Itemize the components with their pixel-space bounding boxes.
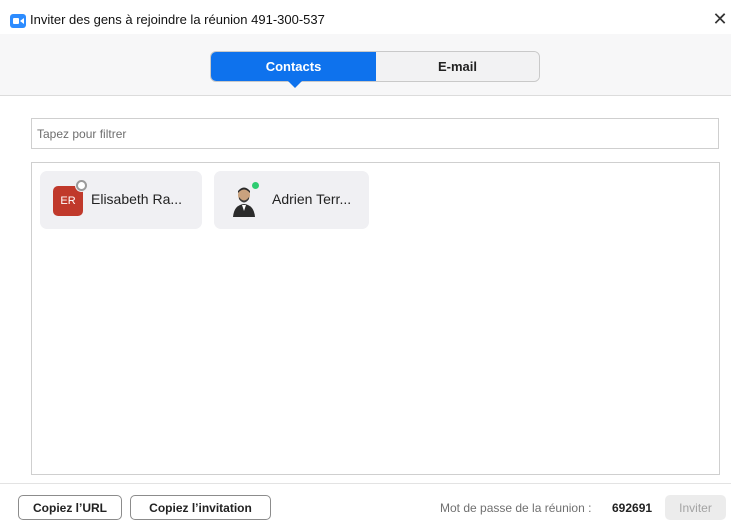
filter-input[interactable] [31,118,719,149]
contact-name: Adrien Terr... [272,191,352,207]
password-label: Mot de passe de la réunion : [440,501,592,515]
close-icon[interactable]: ✕ [712,10,728,28]
tab-toolbar: Contacts E-mail [0,34,731,96]
title-bar: Inviter des gens à rejoindre la réunion … [0,0,731,34]
invite-button[interactable]: Inviter [665,495,726,520]
active-tab-pointer [288,81,302,88]
tab-email[interactable]: E-mail [376,52,539,81]
status-away-icon [76,180,87,191]
footer-divider [0,483,731,484]
tab-segmented-control: Contacts E-mail [210,51,540,88]
password-value: 692691 [612,501,653,515]
contact-card-elisabeth[interactable]: ER Elisabeth Ra... [40,171,202,229]
copy-url-button[interactable]: Copiez l’URL [18,495,122,520]
zoom-app-icon [10,14,26,28]
contact-list: ER Elisabeth Ra... Adrien Terr... [31,162,720,475]
tab-contacts[interactable]: Contacts [211,52,376,81]
contact-name: Elisabeth Ra... [91,191,183,207]
contact-card-adrien[interactable]: Adrien Terr... [214,171,369,229]
status-online-icon [250,180,261,191]
window-title: Inviter des gens à rejoindre la réunion … [30,12,325,27]
copy-invitation-button[interactable]: Copiez l’invitation [130,495,271,520]
